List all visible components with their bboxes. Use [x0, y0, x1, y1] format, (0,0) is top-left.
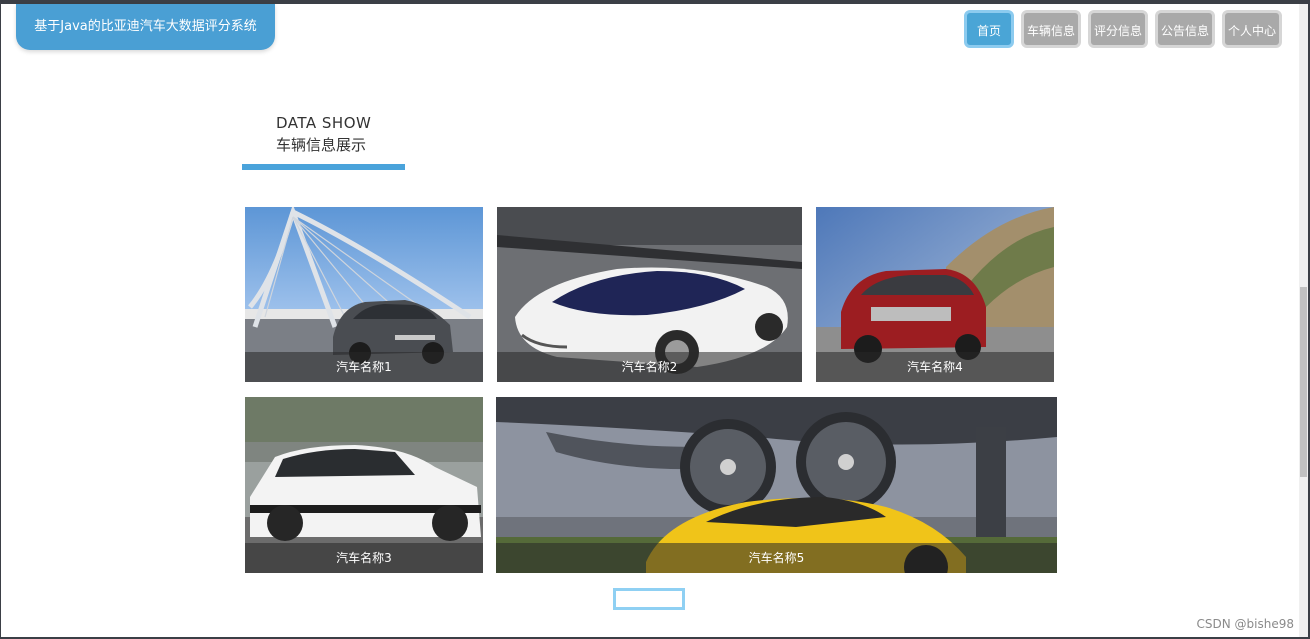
car-card-4[interactable]: 汽车名称4	[816, 207, 1054, 382]
car-caption-4: 汽车名称4	[816, 352, 1054, 382]
section-underline	[242, 164, 405, 170]
nav-personal-center[interactable]: 个人中心	[1222, 10, 1282, 48]
section-title-en: DATA SHOW	[276, 114, 372, 132]
nav-notice-info[interactable]: 公告信息	[1155, 10, 1215, 48]
car-card-2[interactable]: 汽车名称2	[497, 207, 802, 382]
nav-vehicle-info[interactable]: 车辆信息	[1021, 10, 1081, 48]
car-caption-3: 汽车名称3	[245, 543, 483, 573]
car-caption-2: 汽车名称2	[497, 352, 802, 382]
page-scrollbar[interactable]	[1299, 4, 1308, 637]
car-caption-1: 汽车名称1	[245, 352, 483, 382]
car-caption-5: 汽车名称5	[496, 543, 1057, 573]
section-heading: DATA SHOW 车辆信息展示	[276, 114, 371, 157]
section-title-cn: 车辆信息展示	[276, 136, 367, 154]
car-card-3[interactable]: 汽车名称3	[245, 397, 483, 573]
scrollbar-thumb[interactable]	[1300, 287, 1307, 477]
nav-home[interactable]: 首页	[964, 10, 1014, 48]
watermark: CSDN @bishe98	[1196, 617, 1295, 631]
main-nav: 首页 车辆信息 评分信息 公告信息 个人中心	[964, 6, 1282, 52]
window-frame-left	[0, 0, 1, 639]
car-card-1[interactable]: 汽车名称1	[245, 207, 483, 382]
pagination-box[interactable]	[613, 588, 685, 610]
site-title: 基于Java的比亚迪汽车大数据评分系统	[16, 4, 275, 50]
nav-rating-info[interactable]: 评分信息	[1088, 10, 1148, 48]
car-card-5[interactable]: 汽车名称5	[496, 397, 1057, 573]
